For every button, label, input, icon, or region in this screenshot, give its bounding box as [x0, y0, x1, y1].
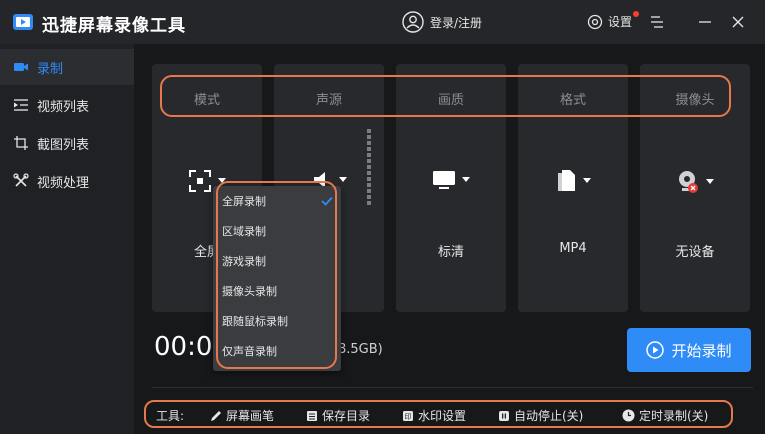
chevron-down-icon — [462, 177, 470, 182]
settings-button[interactable]: 设置 — [587, 13, 632, 30]
svg-text:印: 印 — [405, 413, 412, 421]
sidebar-item-label: 视频列表 — [37, 99, 90, 115]
webcam-value: 无设备 — [675, 245, 715, 260]
tool-label: 屏幕画笔 — [226, 409, 275, 423]
tool-label: 定时录制(关) — [639, 409, 709, 423]
sidebar-item-screenshot-list[interactable]: 截图列表 — [0, 125, 134, 161]
dropdown-item-follow-mouse[interactable]: 跟随鼠标录制 — [213, 306, 341, 336]
tools-bar: 工具: 屏幕画笔 保存目录 印 水印设置 自动停止(关) 定时录制(关) — [144, 400, 733, 428]
dropdown-item-label: 仅声音录制 — [222, 345, 277, 358]
watermark-settings-button[interactable]: 印 水印设置 — [402, 407, 466, 424]
sidebar-item-video-processing[interactable]: 视频处理 — [0, 163, 134, 199]
sidebar-item-label: 录制 — [37, 61, 64, 77]
panel-header: 声源 — [315, 93, 342, 108]
app-logo-icon — [13, 14, 33, 30]
close-button[interactable] — [728, 12, 748, 32]
login-button[interactable]: 登录/注册 — [402, 11, 482, 33]
chevron-down-icon — [583, 178, 591, 183]
save-directory-button[interactable]: 保存目录 — [306, 407, 370, 424]
sidebar-item-video-list[interactable]: 视频列表 — [0, 87, 134, 123]
auto-stop-button[interactable]: 自动停止(关) — [498, 407, 583, 424]
quality-panel[interactable]: 画质 标清 — [396, 64, 506, 312]
panel-header: 格式 — [559, 93, 586, 108]
menu-icon — [651, 16, 663, 28]
format-panel[interactable]: 格式 MP4 — [518, 64, 628, 312]
dropdown-item-label: 区域录制 — [222, 225, 266, 238]
screen-pen-button[interactable]: 屏幕画笔 — [210, 407, 274, 424]
sidebar: 录制 视频列表 截图列表 视频处理 — [0, 44, 134, 434]
tools-label: 工具: — [156, 409, 185, 423]
login-label: 登录/注册 — [430, 15, 483, 30]
dropdown-item-label: 游戏录制 — [222, 255, 266, 268]
webcam-icon — [679, 171, 698, 193]
panel-header: 模式 — [193, 93, 220, 108]
tool-label: 自动停止(关) — [514, 409, 584, 423]
settings-label: 设置 — [608, 15, 633, 29]
clock-icon — [622, 409, 635, 422]
pause-icon — [499, 410, 509, 421]
title-bar: 迅捷屏幕录像工具 登录/注册 设置 — [0, 0, 765, 44]
storage-remaining: 8.5GB) — [338, 342, 383, 357]
camera-icon — [14, 63, 28, 71]
monitor-icon — [433, 171, 455, 189]
format-value: MP4 — [559, 241, 587, 256]
webcam-selector[interactable] — [640, 169, 750, 195]
notification-dot — [633, 11, 639, 17]
pen-icon — [211, 410, 221, 421]
tools-icon — [13, 173, 29, 187]
webcam-panel[interactable]: 摄像头 无设备 — [640, 64, 750, 312]
app-window: 迅捷屏幕录像工具 登录/注册 设置 录制 视频列表 截图列表 视频处理 模式 全… — [0, 0, 765, 434]
watermark-icon: 印 — [403, 410, 413, 421]
chevron-down-icon — [339, 177, 347, 182]
play-icon — [646, 341, 665, 359]
format-selector[interactable] — [518, 169, 628, 193]
scheduled-recording-button[interactable]: 定时录制(关) — [622, 407, 708, 424]
panel-header: 摄像头 — [675, 93, 715, 108]
chevron-down-icon — [218, 178, 226, 183]
user-icon — [402, 11, 424, 33]
start-recording-label: 开始录制 — [671, 341, 732, 360]
tool-label: 保存目录 — [322, 409, 371, 423]
sidebar-item-label: 截图列表 — [37, 137, 90, 153]
app-title: 迅捷屏幕录像工具 — [42, 16, 186, 36]
folder-icon — [307, 410, 317, 421]
quality-value: 标清 — [437, 245, 464, 260]
audio-level-meter — [367, 129, 371, 209]
dropdown-item-label: 摄像头录制 — [222, 285, 277, 298]
dropdown-item-fullscreen[interactable]: 全屏录制 — [213, 186, 341, 216]
fullscreen-icon — [189, 170, 211, 192]
dropdown-item-webcam[interactable]: 摄像头录制 — [213, 276, 341, 306]
dropdown-item-label: 全屏录制 — [222, 195, 266, 208]
sidebar-item-label: 视频处理 — [37, 175, 90, 191]
menu-button[interactable] — [647, 12, 667, 32]
sidebar-item-record[interactable]: 录制 — [0, 49, 134, 85]
screenshot-icon — [14, 136, 28, 150]
dropdown-item-region[interactable]: 区域录制 — [213, 216, 341, 246]
minimize-button[interactable] — [695, 12, 715, 32]
list-icon — [14, 99, 28, 111]
minimize-icon — [699, 21, 711, 23]
dropdown-item-audio-only[interactable]: 仅声音录制 — [213, 336, 341, 366]
divider — [152, 387, 753, 388]
close-icon — [732, 16, 744, 28]
quality-selector[interactable] — [396, 169, 506, 191]
dropdown-item-label: 跟随鼠标录制 — [222, 315, 288, 328]
checkmark-icon — [321, 196, 333, 206]
tool-label: 水印设置 — [418, 409, 467, 423]
mode-dropdown-menu: 全屏录制 区域录制 游戏录制 摄像头录制 跟随鼠标录制 仅声音录制 — [213, 186, 341, 371]
chevron-down-icon — [706, 179, 714, 184]
dropdown-item-game[interactable]: 游戏录制 — [213, 246, 341, 276]
settings-icon — [587, 14, 603, 29]
panel-header: 画质 — [437, 93, 464, 108]
file-icon — [558, 170, 575, 191]
start-recording-button[interactable]: 开始录制 — [627, 328, 751, 372]
